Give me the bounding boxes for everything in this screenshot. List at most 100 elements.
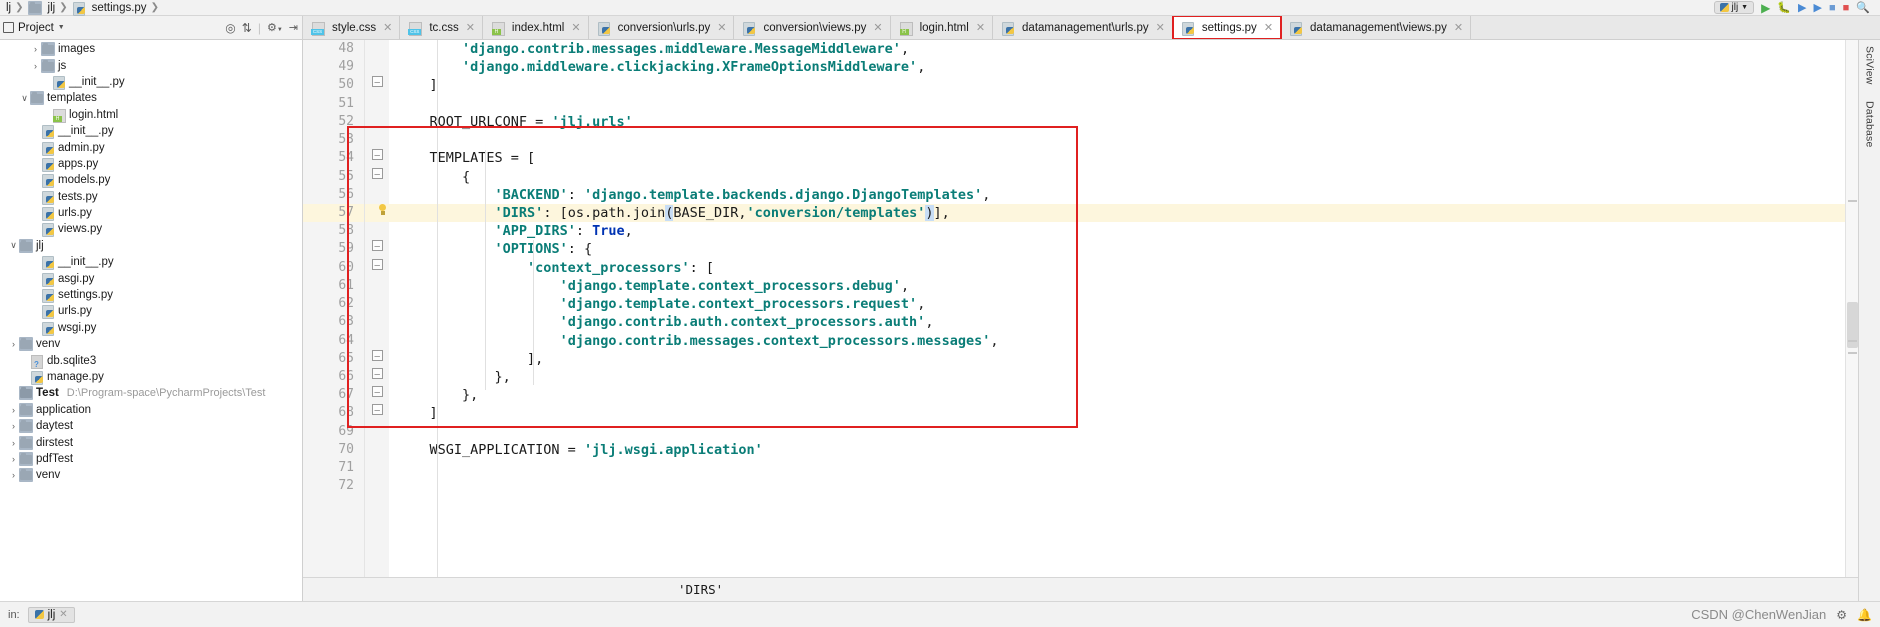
profile-icon[interactable]: ▶ [1814, 1, 1822, 14]
code-line[interactable] [389, 95, 1845, 113]
close-icon[interactable]: ✕ [59, 609, 67, 620]
run-configuration-selector[interactable]: jlj ▼ [1713, 1, 1755, 14]
tree-item-admin-py[interactable]: admin.py [0, 139, 302, 156]
search-icon[interactable]: 🔍 [1856, 1, 1870, 14]
tree-item-models-py[interactable]: models.py [0, 172, 302, 189]
fold-minus-icon[interactable] [371, 147, 383, 166]
breadcrumb-item-2[interactable]: settings.py [70, 1, 149, 16]
code-line[interactable]: 'BACKEND': 'django.template.backends.dja… [389, 186, 1845, 204]
code-content[interactable]: 'django.contrib.messages.middleware.Mess… [389, 40, 1845, 577]
close-icon[interactable]: ✕ [1264, 21, 1273, 34]
code-line[interactable]: ], [389, 350, 1845, 368]
tree-item-views-py[interactable]: views.py [0, 221, 302, 238]
code-folding-column[interactable] [365, 40, 389, 577]
code-line[interactable]: 'OPTIONS': { [389, 240, 1845, 258]
fold-toggle-icon[interactable] [365, 402, 389, 422]
chevron-right-icon[interactable]: › [30, 61, 41, 71]
chevron-right-icon[interactable]: › [8, 454, 19, 464]
tree-item-application[interactable]: › application [0, 402, 302, 418]
fold-toggle-icon[interactable] [365, 166, 389, 186]
code-line[interactable]: ROOT_URLCONF = 'jlj.urls' [389, 113, 1845, 131]
code-line[interactable]: 'django.contrib.messages.context_process… [389, 332, 1845, 350]
code-line[interactable] [389, 477, 1845, 495]
project-tree[interactable]: ›images›js__init__.py∨templateslogin.htm… [0, 40, 303, 601]
close-icon[interactable]: ✕ [466, 21, 475, 34]
code-line[interactable] [389, 459, 1845, 477]
collapse-all-icon[interactable]: ⇅ [242, 21, 252, 35]
code-line[interactable] [389, 131, 1845, 149]
chevron-down-icon[interactable]: ▼ [58, 24, 65, 31]
close-icon[interactable]: ✕ [571, 21, 580, 34]
chevron-right-icon[interactable]: › [8, 339, 19, 349]
tree-item-venv[interactable]: › venv [0, 467, 302, 483]
build-icon[interactable]: ■ [1829, 2, 1836, 14]
tree-item-urls-py[interactable]: urls.py [0, 205, 302, 222]
editor-tab-style-css[interactable]: style.css ✕ [303, 16, 401, 39]
settings-gear-icon[interactable]: ⚙▼ [267, 21, 283, 34]
settings-gear-icon[interactable]: ⚙ [1836, 608, 1847, 622]
tree-item-dirstest[interactable]: › dirstest [0, 434, 302, 450]
code-line[interactable]: }, [389, 386, 1845, 404]
code-line[interactable]: 'django.template.context_processors.debu… [389, 277, 1845, 295]
editor-tab-conversion-urls-py[interactable]: conversion\urls.py ✕ [588, 16, 735, 39]
editor-tab-conversion-views-py[interactable]: conversion\views.py ✕ [734, 16, 891, 39]
chevron-right-icon[interactable]: › [30, 44, 41, 54]
tree-item-apps-py[interactable]: apps.py [0, 156, 302, 172]
fold-toggle-icon[interactable] [365, 257, 389, 277]
code-line[interactable]: 'django.contrib.messages.middleware.Mess… [389, 40, 1845, 58]
run-icon[interactable]: ▶ [1761, 1, 1770, 15]
tree-item-venv[interactable]: › venv [0, 336, 302, 352]
notifications-icon[interactable]: 🔔 [1857, 608, 1872, 622]
breadcrumb-item-0[interactable]: lj [4, 2, 13, 14]
fold-minus-icon[interactable] [371, 366, 383, 384]
chevron-right-icon[interactable]: › [8, 470, 19, 480]
editor-marker-scrollbar[interactable] [1845, 40, 1858, 577]
tree-item-test[interactable]: Test D:\Program-space\PycharmProjects\Tes… [0, 385, 302, 401]
code-line[interactable]: WSGI_APPLICATION = 'jlj.wsgi.application… [389, 441, 1845, 459]
code-line[interactable]: { [389, 168, 1845, 186]
close-icon[interactable]: ✕ [1156, 21, 1165, 34]
code-line[interactable] [389, 423, 1845, 441]
tree-item-settings-py[interactable]: settings.py [0, 287, 302, 304]
tree-item-asgi-py[interactable]: asgi.py [0, 270, 302, 287]
tree-item-pdftest[interactable]: › pdfTest [0, 451, 302, 467]
editor-tab-tc-css[interactable]: tc.css ✕ [400, 16, 483, 39]
close-icon[interactable]: ✕ [383, 21, 392, 34]
editor-tab-settings-py[interactable]: settings.py ✕ [1171, 16, 1283, 39]
hide-panel-icon[interactable]: ⇥ [289, 21, 298, 34]
tree-item-images[interactable]: › images [0, 41, 302, 57]
fold-minus-icon[interactable] [371, 166, 383, 184]
close-icon[interactable]: ✕ [717, 21, 726, 34]
fold-minus-icon[interactable] [371, 257, 383, 275]
coverage-icon[interactable]: ▶ [1798, 1, 1806, 14]
chevron-right-icon[interactable]: › [8, 438, 19, 448]
rail-item-sciview[interactable]: SciView [1864, 46, 1876, 85]
project-panel-title[interactable]: Project ▼ [3, 22, 65, 34]
tree-item-urls-py[interactable]: urls.py [0, 303, 302, 320]
stop-icon[interactable]: ■ [1843, 2, 1850, 14]
code-line[interactable]: ] [389, 76, 1845, 94]
fold-minus-icon[interactable] [371, 402, 383, 421]
editor-tab-login-html[interactable]: login.html ✕ [890, 16, 994, 39]
tree-item-js[interactable]: › js [0, 57, 302, 73]
close-icon[interactable]: ✕ [1454, 21, 1463, 34]
tree-item-wsgi-py[interactable]: wsgi.py [0, 320, 302, 336]
tree-item-login-html[interactable]: login.html [0, 107, 302, 123]
fold-toggle-icon[interactable] [365, 74, 389, 94]
tree-item-__init__-py[interactable]: __init__.py [0, 123, 302, 140]
tree-item-__init__-py[interactable]: __init__.py [0, 254, 302, 271]
fold-minus-icon[interactable] [371, 74, 383, 93]
code-line[interactable]: ] [389, 404, 1845, 422]
chevron-down-icon[interactable]: ∨ [19, 93, 30, 104]
tree-item-daytest[interactable]: › daytest [0, 418, 302, 434]
fold-minus-icon[interactable] [371, 384, 383, 402]
tree-item-jlj[interactable]: ∨ jlj [0, 238, 302, 254]
close-icon[interactable]: ✕ [976, 21, 985, 34]
rail-item-database[interactable]: Database [1864, 101, 1876, 148]
close-icon[interactable]: ✕ [873, 21, 882, 34]
target-icon[interactable]: ◎ [225, 21, 235, 35]
code-line[interactable]: 'context_processors': [ [389, 259, 1845, 277]
fold-minus-icon[interactable] [371, 348, 383, 366]
breadcrumb-item-1[interactable]: jlj [26, 0, 58, 15]
code-line[interactable]: 'django.middleware.clickjacking.XFrameOp… [389, 58, 1845, 76]
